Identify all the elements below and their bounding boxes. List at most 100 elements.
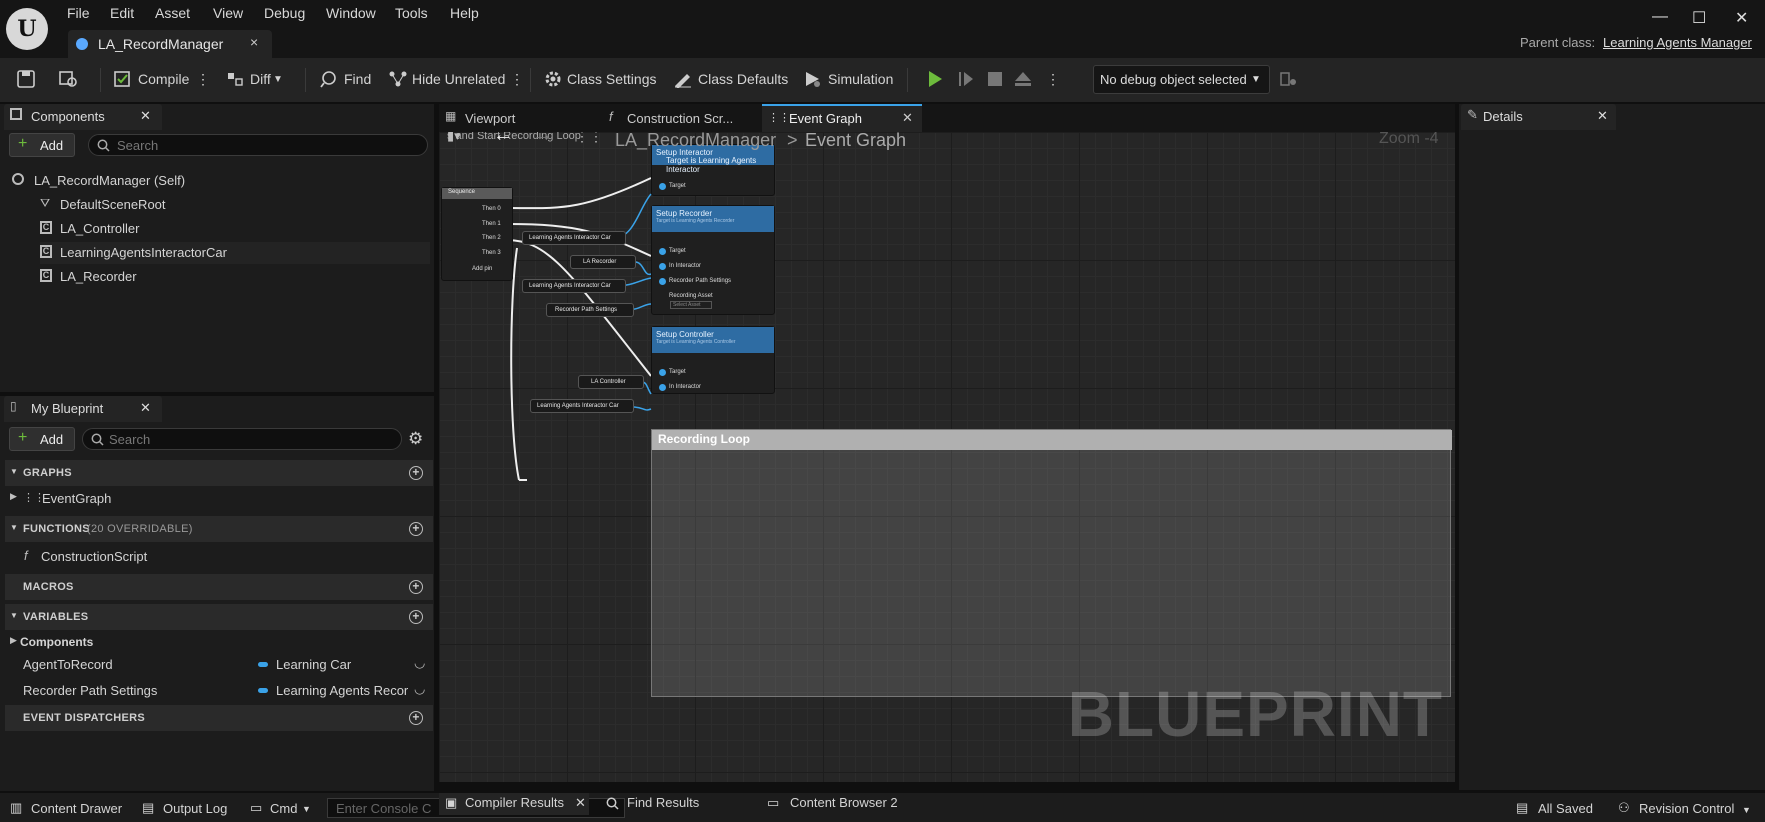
comment-title[interactable]: Recording Loop xyxy=(652,430,1452,450)
play-icon[interactable] xyxy=(925,70,945,88)
simulation-button[interactable]: Simulation xyxy=(828,71,893,87)
close-icon[interactable]: ✕ xyxy=(575,795,586,811)
interactor-pin-icon[interactable] xyxy=(659,263,666,270)
simulation-icon[interactable] xyxy=(803,70,823,88)
class-defaults-button[interactable]: Class Defaults xyxy=(698,71,788,87)
components-search-input[interactable]: Search xyxy=(88,134,428,156)
maximize-icon[interactable]: ☐ xyxy=(1692,8,1706,28)
close-icon[interactable]: ✕ xyxy=(140,108,151,124)
compile-options-icon[interactable]: ⋮ xyxy=(196,71,210,88)
add-macro-icon[interactable]: + xyxy=(409,580,423,594)
hide-unrelated-icon[interactable] xyxy=(388,70,408,88)
tree-item-scene-root[interactable]: ⛛ DefaultSceneRoot xyxy=(40,194,430,216)
class-settings-button[interactable]: Class Settings xyxy=(567,71,656,87)
find-button[interactable]: Find xyxy=(344,71,371,87)
path-settings-pin-icon[interactable] xyxy=(659,278,666,285)
close-icon[interactable]: ✕ xyxy=(902,110,913,126)
tree-item-interactor[interactable]: C LearningAgentsInteractorCar xyxy=(40,242,430,264)
browse-icon[interactable] xyxy=(58,70,78,88)
add-component-button[interactable]: + Add xyxy=(9,133,75,157)
tab-viewport[interactable]: ▦ Viewport xyxy=(439,104,589,132)
chevron-down-icon[interactable]: ▼ xyxy=(302,804,311,814)
event-graph-canvas[interactable]: Recording Loop Sequence Then 0 Then 1 Th… xyxy=(439,132,1455,782)
tree-item-self[interactable]: LA_RecordManager (Self) xyxy=(12,170,432,192)
content-drawer-button[interactable]: Content Drawer xyxy=(31,801,122,816)
tree-item-controller[interactable]: C LA_Controller xyxy=(40,218,430,240)
macros-section-header[interactable]: MACROS + xyxy=(5,574,433,600)
step-icon[interactable] xyxy=(956,70,976,88)
debug-object-dropdown[interactable]: No debug object selected ▼ xyxy=(1093,65,1270,94)
target-pin-icon[interactable] xyxy=(659,248,666,255)
class-defaults-icon[interactable] xyxy=(673,70,693,88)
add-variable-icon[interactable]: + xyxy=(409,610,423,624)
hide-unrelated-button[interactable]: Hide Unrelated xyxy=(412,71,505,87)
close-icon[interactable]: ✕ xyxy=(1597,108,1608,124)
setup-controller-node[interactable]: Setup Controller Target is Learning Agen… xyxy=(651,326,775,394)
cmd-dropdown[interactable]: Cmd xyxy=(270,801,297,816)
menu-debug[interactable]: Debug xyxy=(264,5,305,21)
content-browser-tab[interactable]: ▭ Content Browser 2 xyxy=(764,793,924,815)
sequence-node[interactable]: Sequence Then 0 Then 1 Then 2 Then 3 Add… xyxy=(441,187,513,281)
expand-arrow-icon[interactable]: ▶ xyxy=(10,491,17,502)
select-asset-dropdown[interactable]: Select Asset xyxy=(670,301,712,309)
menu-window[interactable]: Window xyxy=(326,5,376,21)
add-function-icon[interactable]: + xyxy=(409,522,423,536)
functions-section-header[interactable]: ▼ FUNCTIONS (20 OVERRIDABLE) + xyxy=(5,516,433,542)
target-pin-icon[interactable] xyxy=(659,183,666,190)
expand-arrow-icon[interactable]: ▶ xyxy=(10,635,17,646)
function-item-constructionscript[interactable]: f ConstructionScript xyxy=(22,546,422,568)
play-options-icon[interactable]: ⋮ xyxy=(1046,71,1060,88)
setup-recorder-node[interactable]: Setup Recorder Target is Learning Agents… xyxy=(651,205,775,315)
save-icon[interactable] xyxy=(16,70,36,88)
output-log-button[interactable]: Output Log xyxy=(163,801,227,816)
variable-getter-node[interactable]: Learning Agents Interactor Car xyxy=(530,399,634,413)
diff-button[interactable]: Diff xyxy=(250,71,271,87)
diff-icon[interactable] xyxy=(226,70,246,88)
details-tab[interactable]: ✎ Details ✕ xyxy=(1461,104,1616,130)
compiler-results-tab[interactable]: ▣ Compiler Results ✕ xyxy=(439,793,589,815)
find-results-tab[interactable]: Find Results xyxy=(603,793,753,815)
all-saved-button[interactable]: All Saved xyxy=(1538,801,1593,816)
find-icon[interactable] xyxy=(320,70,340,88)
tab-construction-script[interactable]: f Construction Scr... xyxy=(599,104,759,132)
event-dispatchers-section-header[interactable]: EVENT DISPATCHERS + xyxy=(5,705,433,731)
document-tab[interactable]: LA_RecordManager × xyxy=(68,30,272,58)
revision-control-button[interactable]: Revision Control xyxy=(1639,801,1734,816)
my-blueprint-tab[interactable]: ▯ My Blueprint ✕ xyxy=(4,396,162,422)
parent-class-link[interactable]: Learning Agents Manager xyxy=(1603,35,1752,50)
menu-asset[interactable]: Asset xyxy=(155,5,190,21)
add-graph-icon[interactable]: + xyxy=(409,466,423,480)
graphs-section-header[interactable]: ▼ GRAPHS + xyxy=(5,460,433,486)
menu-file[interactable]: File xyxy=(67,5,90,21)
variable-item-recorder-path-settings[interactable]: Recorder Path Settings Learning Agents R… xyxy=(10,680,430,702)
tab-event-graph[interactable]: ⋮⋮ Event Graph ✕ xyxy=(762,104,922,132)
chevron-down-icon[interactable]: ▼ xyxy=(1742,805,1751,815)
variable-getter-node[interactable]: LA Recorder xyxy=(570,255,636,269)
variable-getter-node[interactable]: Recorder Path Settings xyxy=(546,303,634,317)
debug-filter-icon[interactable] xyxy=(1278,70,1298,88)
add-pin-button[interactable]: Add pin xyxy=(472,266,492,272)
visibility-eye-icon[interactable]: ◡ xyxy=(414,681,425,697)
eject-icon[interactable] xyxy=(1013,70,1033,88)
breadcrumb-root[interactable]: LA_RecordManager xyxy=(615,132,776,151)
gear-icon[interactable] xyxy=(543,70,563,88)
forward-arrow-icon[interactable]: → xyxy=(533,132,553,147)
stop-icon[interactable] xyxy=(985,70,1005,88)
minimize-icon[interactable]: — xyxy=(1652,8,1668,26)
target-pin-icon[interactable] xyxy=(659,369,666,376)
add-member-button[interactable]: + Add xyxy=(9,427,75,451)
graph-options-icon[interactable]: ▮▾ xyxy=(447,132,461,144)
variables-section-header[interactable]: ▼ VARIABLES + xyxy=(5,604,433,630)
menu-edit[interactable]: Edit xyxy=(110,5,134,21)
visibility-eye-icon[interactable]: ◡ xyxy=(414,655,425,671)
unreal-logo-icon[interactable]: U xyxy=(6,8,48,50)
tree-item-recorder[interactable]: C LA_Recorder xyxy=(40,266,430,288)
variable-category-components[interactable]: ▶ Components xyxy=(8,632,428,652)
settings-gear-icon[interactable]: ⚙ xyxy=(408,429,423,449)
variable-getter-node[interactable]: LA Controller xyxy=(578,375,644,389)
interactor-pin-icon[interactable] xyxy=(659,384,666,391)
my-blueprint-search-input[interactable]: Search xyxy=(82,428,402,450)
add-dispatcher-icon[interactable]: + xyxy=(409,711,423,725)
variable-item-agenttorecord[interactable]: AgentToRecord Learning Car ◡ xyxy=(10,654,430,676)
menu-help[interactable]: Help xyxy=(450,5,479,21)
